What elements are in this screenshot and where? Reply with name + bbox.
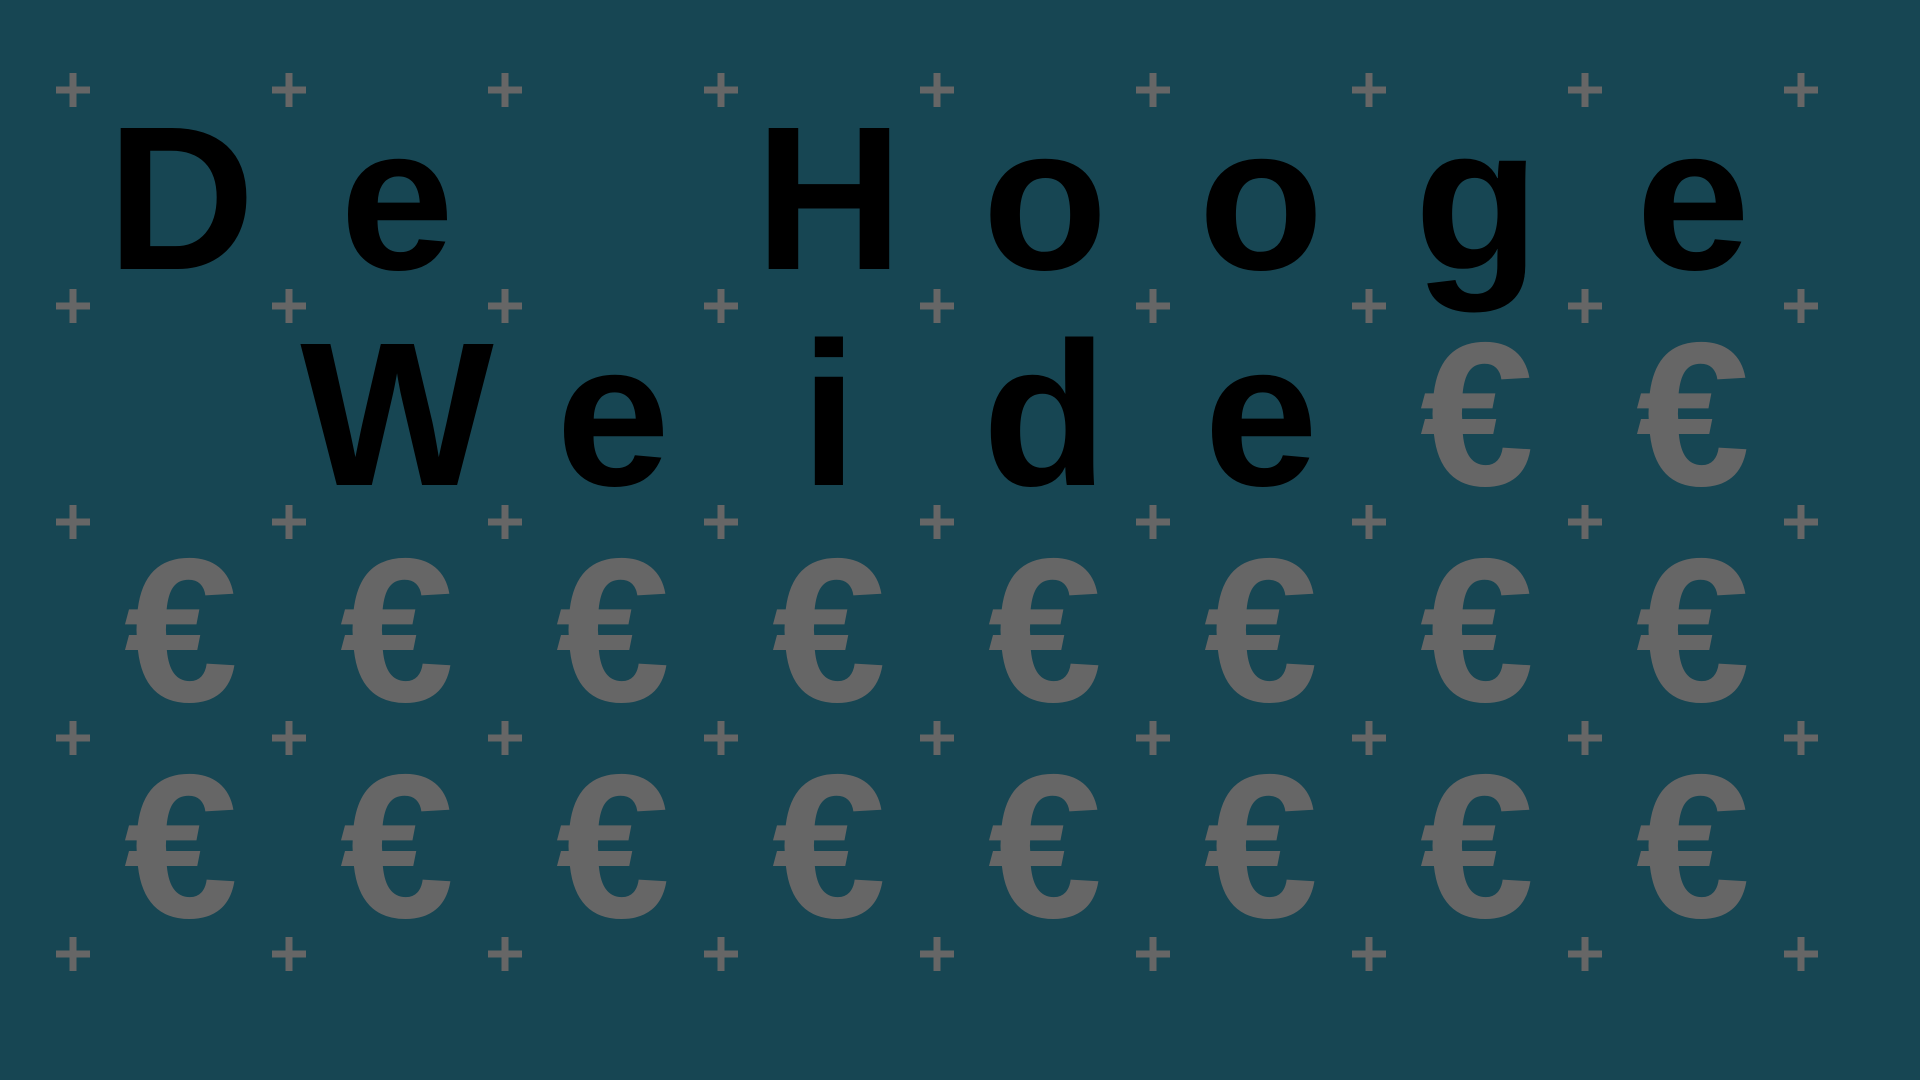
title-letter: d (982, 300, 1107, 529)
plus-icon (56, 289, 90, 323)
plus-icon (272, 73, 306, 107)
plus-icon (920, 73, 954, 107)
title-letter: o (1198, 84, 1323, 313)
title-letter: i (801, 300, 858, 529)
plus-icon (1568, 721, 1602, 755)
plus-icon (1784, 505, 1818, 539)
euro-icon: € (124, 732, 238, 961)
plus-icon (704, 721, 738, 755)
plus-icon (488, 73, 522, 107)
euro-icon: € (988, 732, 1102, 961)
plus-icon (56, 73, 90, 107)
euro-icon: € (340, 732, 454, 961)
plus-icon (1784, 289, 1818, 323)
plus-icon (56, 937, 90, 971)
plus-icon (56, 505, 90, 539)
plus-icon (1784, 721, 1818, 755)
plus-icon (1136, 937, 1170, 971)
plus-icon (920, 505, 954, 539)
euro-icon: € (124, 516, 238, 745)
euro-icon: € (1420, 300, 1534, 529)
euro-icon: € (772, 732, 886, 961)
title-letter: D (107, 84, 255, 313)
plus-icon (1568, 937, 1602, 971)
plus-icon (272, 937, 306, 971)
plus-icon (1352, 289, 1386, 323)
plus-icon (704, 289, 738, 323)
plus-icon (1568, 289, 1602, 323)
plus-icon (704, 505, 738, 539)
title-letter: e (1204, 300, 1318, 529)
euro-icon: € (1204, 516, 1318, 745)
plus-icon (920, 721, 954, 755)
plus-icon (1136, 505, 1170, 539)
plus-icon (272, 721, 306, 755)
plus-icon (704, 73, 738, 107)
euro-icon: € (1636, 732, 1750, 961)
plus-icon (1784, 73, 1818, 107)
plus-icon (1352, 937, 1386, 971)
euro-icon: € (772, 516, 886, 745)
euro-icon: € (1636, 300, 1750, 529)
title-letter: W (300, 300, 494, 529)
title-letter: o (982, 84, 1107, 313)
plus-icon (56, 721, 90, 755)
poster-canvas: € €€ € € € € € € €€ € € € € € € €D e Ho o g eW e i d e (56, 73, 1818, 971)
plus-icon (488, 721, 522, 755)
plus-icon (1352, 721, 1386, 755)
euro-icon: € (988, 516, 1102, 745)
plus-icon (704, 937, 738, 971)
plus-icon (920, 937, 954, 971)
title-letter: e (556, 300, 670, 529)
euro-icon: € (1420, 732, 1534, 961)
plus-icon (1352, 505, 1386, 539)
plus-icon (1568, 505, 1602, 539)
plus-icon (1136, 721, 1170, 755)
plus-icon (1136, 289, 1170, 323)
euro-icon: € (556, 516, 670, 745)
plus-icon (1568, 73, 1602, 107)
plus-icon (1784, 937, 1818, 971)
euro-icon: € (1636, 516, 1750, 745)
euro-icon: € (340, 516, 454, 745)
plus-icon (1136, 73, 1170, 107)
euro-icon: € (1420, 516, 1534, 745)
title-letter: H (755, 84, 903, 313)
title-letter: e (1636, 84, 1750, 313)
plus-icon (920, 289, 954, 323)
plus-icon (488, 937, 522, 971)
euro-icon: € (1204, 732, 1318, 961)
euro-icon: € (556, 732, 670, 961)
title-letter: g (1414, 84, 1539, 313)
plus-icon (1352, 73, 1386, 107)
title-letter: e (340, 84, 454, 313)
